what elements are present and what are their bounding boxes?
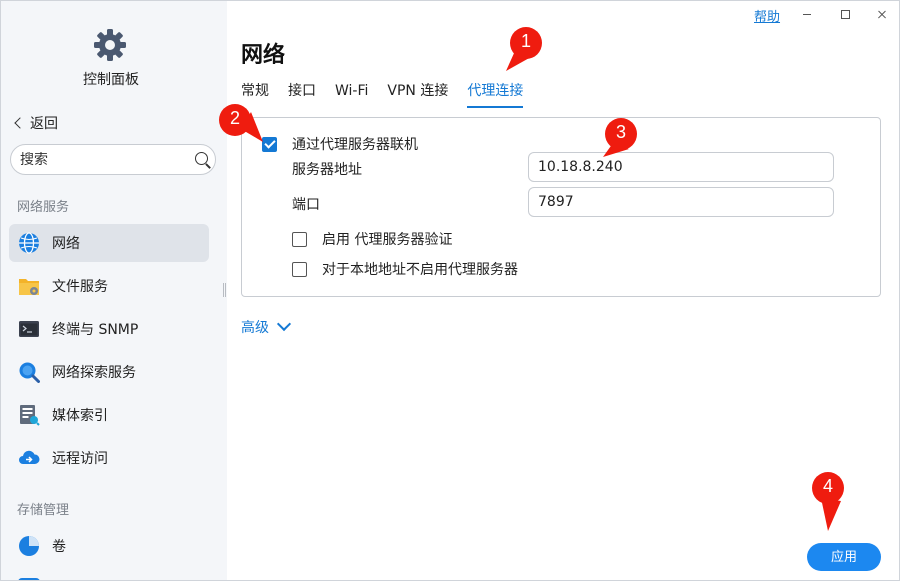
- control-panel-window: 控制面板 返回 网络服务 网络 文: [0, 0, 900, 581]
- sidebar: 控制面板 返回 网络服务 网络 文: [1, 1, 227, 580]
- bypass-local-checkbox[interactable]: [292, 261, 307, 277]
- tab-wifi[interactable]: Wi-Fi: [335, 81, 368, 105]
- search-icon[interactable]: [194, 151, 208, 169]
- sidebar-item-label: 终端与 SNMP: [52, 322, 139, 338]
- tab-general[interactable]: 常规: [241, 81, 269, 105]
- use-proxy-checkbox[interactable]: [262, 136, 277, 152]
- annotation-number-2: 2: [229, 108, 240, 128]
- sidebar-item-partial[interactable]: [9, 570, 209, 580]
- search-box: [10, 144, 216, 175]
- minimize-icon[interactable]: [795, 5, 819, 23]
- sidebar-item-volume[interactable]: 卷: [9, 527, 209, 565]
- folder-icon: [19, 279, 39, 295]
- page-title: 网络: [241, 43, 286, 68]
- section-label-storage: 存储管理: [17, 503, 70, 518]
- sidebar-item-network[interactable]: 网络: [9, 224, 209, 262]
- port-input[interactable]: [529, 188, 833, 216]
- close-icon[interactable]: [870, 5, 894, 23]
- help-link[interactable]: 帮助: [754, 6, 780, 25]
- sidebar-item-label: 网络探索服务: [52, 365, 136, 381]
- tab-proxy[interactable]: 代理连接: [467, 81, 524, 108]
- port-label: 端口: [292, 197, 320, 213]
- sidebar-resize-handle[interactable]: [223, 283, 226, 297]
- section-label-network-services: 网络服务: [17, 200, 70, 215]
- sidebar-item-label: 远程访问: [52, 451, 108, 467]
- annotation-number-4: 4: [822, 476, 833, 496]
- chevron-down-icon: [276, 316, 292, 332]
- cloud-icon: [19, 450, 40, 464]
- search-input[interactable]: [20, 151, 194, 168]
- sidebar-item-terminal-snmp[interactable]: 终端与 SNMP: [9, 310, 209, 348]
- tab-vpn[interactable]: VPN 连接: [387, 81, 448, 105]
- sidebar-item-media-index[interactable]: 媒体索引: [9, 396, 209, 434]
- advanced-toggle[interactable]: 高级: [241, 316, 292, 337]
- use-proxy-label: 通过代理服务器联机: [292, 137, 418, 153]
- server-address-input[interactable]: [529, 153, 833, 181]
- sidebar-item-label: 网络: [52, 236, 80, 252]
- sidebar-item-network-discovery[interactable]: 网络探索服务: [9, 353, 209, 391]
- back-label: 返回: [30, 116, 58, 132]
- proxy-auth-checkbox[interactable]: [292, 231, 307, 247]
- sidebar-item-label: 文件服务: [52, 279, 108, 295]
- advanced-label: 高级: [241, 320, 269, 336]
- annotation-number-1: 1: [520, 31, 531, 51]
- maximize-icon[interactable]: [833, 5, 857, 23]
- back-button[interactable]: 返回: [13, 113, 58, 133]
- media-index-icon: [20, 405, 40, 426]
- gear-icon: [94, 29, 126, 61]
- globe-icon: [19, 232, 39, 254]
- chevron-left-icon: [14, 117, 26, 129]
- server-label: 服务器地址: [292, 162, 362, 178]
- port-field: [528, 187, 834, 217]
- terminal-icon: [19, 321, 39, 337]
- bypass-local-label: 对于本地地址不启用代理服务器: [322, 262, 518, 278]
- tab-interface[interactable]: 接口: [288, 81, 316, 105]
- sidebar-item-file-services[interactable]: 文件服务: [9, 267, 209, 305]
- sidebar-item-remote-access[interactable]: 远程访问: [9, 439, 209, 477]
- app-title: 控制面板: [83, 72, 139, 88]
- tab-bar: 常规 接口 Wi-Fi VPN 连接 代理连接: [241, 81, 542, 108]
- sidebar-item-label: 媒体索引: [52, 408, 108, 424]
- sidebar-item-label: 卷: [52, 539, 66, 555]
- proxy-auth-label: 启用 代理服务器验证: [322, 232, 453, 248]
- annotation-number-3: 3: [615, 122, 626, 142]
- use-proxy-row: 通过代理服务器联机: [262, 134, 418, 154]
- pie-icon: [19, 536, 39, 556]
- apply-button[interactable]: 应用: [807, 543, 881, 571]
- server-address-field: [528, 152, 834, 182]
- auth-row: 启用 代理服务器验证: [292, 229, 452, 249]
- magnifier-icon: [19, 362, 40, 383]
- bypass-row: 对于本地地址不启用代理服务器: [292, 259, 518, 279]
